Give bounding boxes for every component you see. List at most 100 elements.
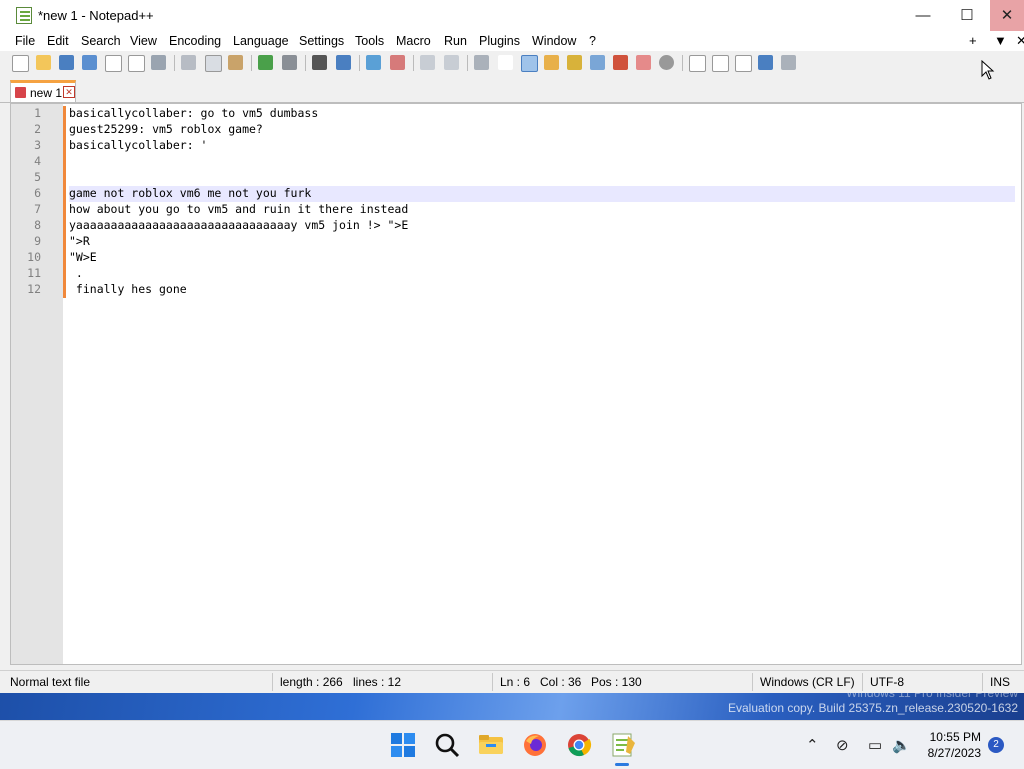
editor-line[interactable] <box>69 154 1015 170</box>
menu-search[interactable]: Search <box>81 34 121 48</box>
firefox-icon[interactable] <box>522 732 548 758</box>
editor-line[interactable]: basicallycollaber: ' <box>69 138 1015 154</box>
cut-icon[interactable] <box>181 55 196 70</box>
notepadpp-window: *new 1 - Notepad++ — ☐ ✕ File Edit Searc… <box>0 0 1024 693</box>
menu-plugins[interactable]: Plugins <box>479 34 520 48</box>
file-explorer-icon[interactable] <box>478 732 504 758</box>
menu-window[interactable]: Window <box>532 34 576 48</box>
new-tab-icon[interactable]: + <box>969 33 977 48</box>
watermark-build: Evaluation copy. Build 25375.zn_release.… <box>728 701 1018 715</box>
close-file-icon[interactable] <box>105 55 122 72</box>
notepadpp-taskbar-icon[interactable] <box>610 732 636 758</box>
record-macro-icon[interactable] <box>689 55 706 72</box>
save-all-icon[interactable] <box>82 55 97 70</box>
sync-vertical-icon[interactable] <box>420 55 435 70</box>
menu-edit[interactable]: Edit <box>47 34 69 48</box>
status-separator <box>862 673 863 691</box>
indent-guide-icon[interactable] <box>521 55 538 72</box>
minimize-button[interactable]: — <box>900 0 946 31</box>
menu-help[interactable]: ? <box>589 34 596 48</box>
zoom-out-icon[interactable] <box>390 55 405 70</box>
menu-tools[interactable]: Tools <box>355 34 384 48</box>
display-icon[interactable]: ▭ <box>868 736 882 754</box>
menu-run[interactable]: Run <box>444 34 467 48</box>
save-icon[interactable] <box>59 55 74 70</box>
status-lines: lines : 12 <box>353 675 402 689</box>
tab-new-1[interactable]: new 1 ✕ <box>10 80 76 102</box>
paste-icon[interactable] <box>228 55 243 70</box>
stop-macro-icon[interactable] <box>712 55 729 72</box>
volume-icon[interactable]: 🔈 <box>892 736 911 754</box>
monitoring-icon[interactable] <box>636 55 651 70</box>
status-separator <box>982 673 983 691</box>
new-file-icon[interactable] <box>12 55 29 72</box>
editor-line[interactable]: guest25299: vm5 roblox game? <box>69 122 1015 138</box>
redo-icon[interactable] <box>282 55 297 70</box>
show-all-chars-icon[interactable] <box>498 55 513 70</box>
tab-bar: new 1 ✕ <box>0 78 1024 103</box>
editor-line[interactable]: basicallycollaber: go to vm5 dumbass <box>69 106 1015 122</box>
find-icon[interactable] <box>312 55 327 70</box>
status-ln: Ln : 6 <box>500 675 531 689</box>
text-editor[interactable]: 1 2 3 4 5 6 7 8 9 10 11 12 basicallycollaber: go to… <box>10 103 1022 665</box>
close-tab-icon[interactable]: ✕ <box>1016 33 1024 49</box>
close-button[interactable]: ✕ <box>990 0 1024 31</box>
doc-map-icon[interactable] <box>567 55 582 70</box>
editor-line[interactable]: how about you go to vm5 and ruin it ther… <box>69 202 1015 218</box>
menu-file[interactable]: File <box>15 34 35 48</box>
save-macro-icon[interactable] <box>781 55 796 70</box>
line-text: yaaaaaaaaaaaaaaaaaaaaaaaaaaaaaaay vm5 jo… <box>69 218 409 232</box>
current-line[interactable]: game not roblox vm6 me not you furk <box>69 186 1015 202</box>
toolbar-separator <box>682 55 683 71</box>
close-icon[interactable]: ✕ <box>63 86 75 98</box>
menu-settings[interactable]: Settings <box>299 34 344 48</box>
menu-encoding[interactable]: Encoding <box>169 34 221 48</box>
editor-line[interactable]: ">R <box>69 234 1015 250</box>
function-list-icon[interactable] <box>590 55 605 70</box>
status-pos: Pos : 130 <box>591 675 642 689</box>
line-number: 4 <box>34 154 41 168</box>
udl-icon[interactable] <box>544 55 559 70</box>
search-icon[interactable] <box>434 732 460 758</box>
line-number: 1 <box>34 106 41 120</box>
network-icon[interactable]: ⊘ <box>836 736 849 754</box>
chrome-icon[interactable] <box>566 732 592 758</box>
close-all-icon[interactable] <box>128 55 145 72</box>
status-insert-mode[interactable]: INS <box>990 675 1010 689</box>
open-file-icon[interactable] <box>36 55 51 70</box>
word-wrap-icon[interactable] <box>474 55 489 70</box>
start-icon[interactable] <box>390 732 416 758</box>
line-text: basicallycollaber: ' <box>69 138 208 152</box>
toolbar-separator <box>251 55 252 71</box>
status-separator <box>272 673 273 691</box>
editor-line[interactable]: . <box>69 266 1015 282</box>
line-text: . <box>69 266 83 280</box>
menu-language[interactable]: Language <box>233 34 289 48</box>
status-eol[interactable]: Windows (CR LF) <box>760 675 855 689</box>
notification-badge[interactable]: 2 <box>988 737 1004 753</box>
menu-view[interactable]: View <box>130 34 157 48</box>
chevron-up-icon[interactable]: ⌃ <box>806 736 819 754</box>
zoom-in-icon[interactable] <box>366 55 381 70</box>
editor-line[interactable] <box>69 170 1015 186</box>
maximize-button[interactable]: ☐ <box>944 0 990 31</box>
editor-line[interactable]: finally hes gone <box>69 282 1015 298</box>
panel-icon[interactable] <box>659 55 674 70</box>
clock[interactable]: 10:55 PM 8/27/2023 <box>917 729 981 761</box>
editor-line[interactable]: yaaaaaaaaaaaaaaaaaaaaaaaaaaaaaaay vm5 jo… <box>69 218 1015 234</box>
undo-icon[interactable] <box>258 55 273 70</box>
run-macro-multiple-icon[interactable] <box>758 55 773 70</box>
print-icon[interactable] <box>151 55 166 70</box>
status-encoding[interactable]: UTF-8 <box>870 675 904 689</box>
folder-as-workspace-icon[interactable] <box>613 55 628 70</box>
menu-macro[interactable]: Macro <box>396 34 431 48</box>
menu-bar: File Edit Search View Encoding Language … <box>0 31 1024 51</box>
copy-icon[interactable] <box>205 55 222 72</box>
sync-horizontal-icon[interactable] <box>444 55 459 70</box>
replace-icon[interactable] <box>336 55 351 70</box>
play-macro-icon[interactable] <box>735 55 752 72</box>
editor-line[interactable]: "W>E <box>69 250 1015 266</box>
tab-list-icon[interactable]: ▼ <box>994 33 1007 48</box>
toolbar-separator <box>305 55 306 71</box>
title-bar[interactable]: *new 1 - Notepad++ — ☐ ✕ <box>0 0 1024 31</box>
